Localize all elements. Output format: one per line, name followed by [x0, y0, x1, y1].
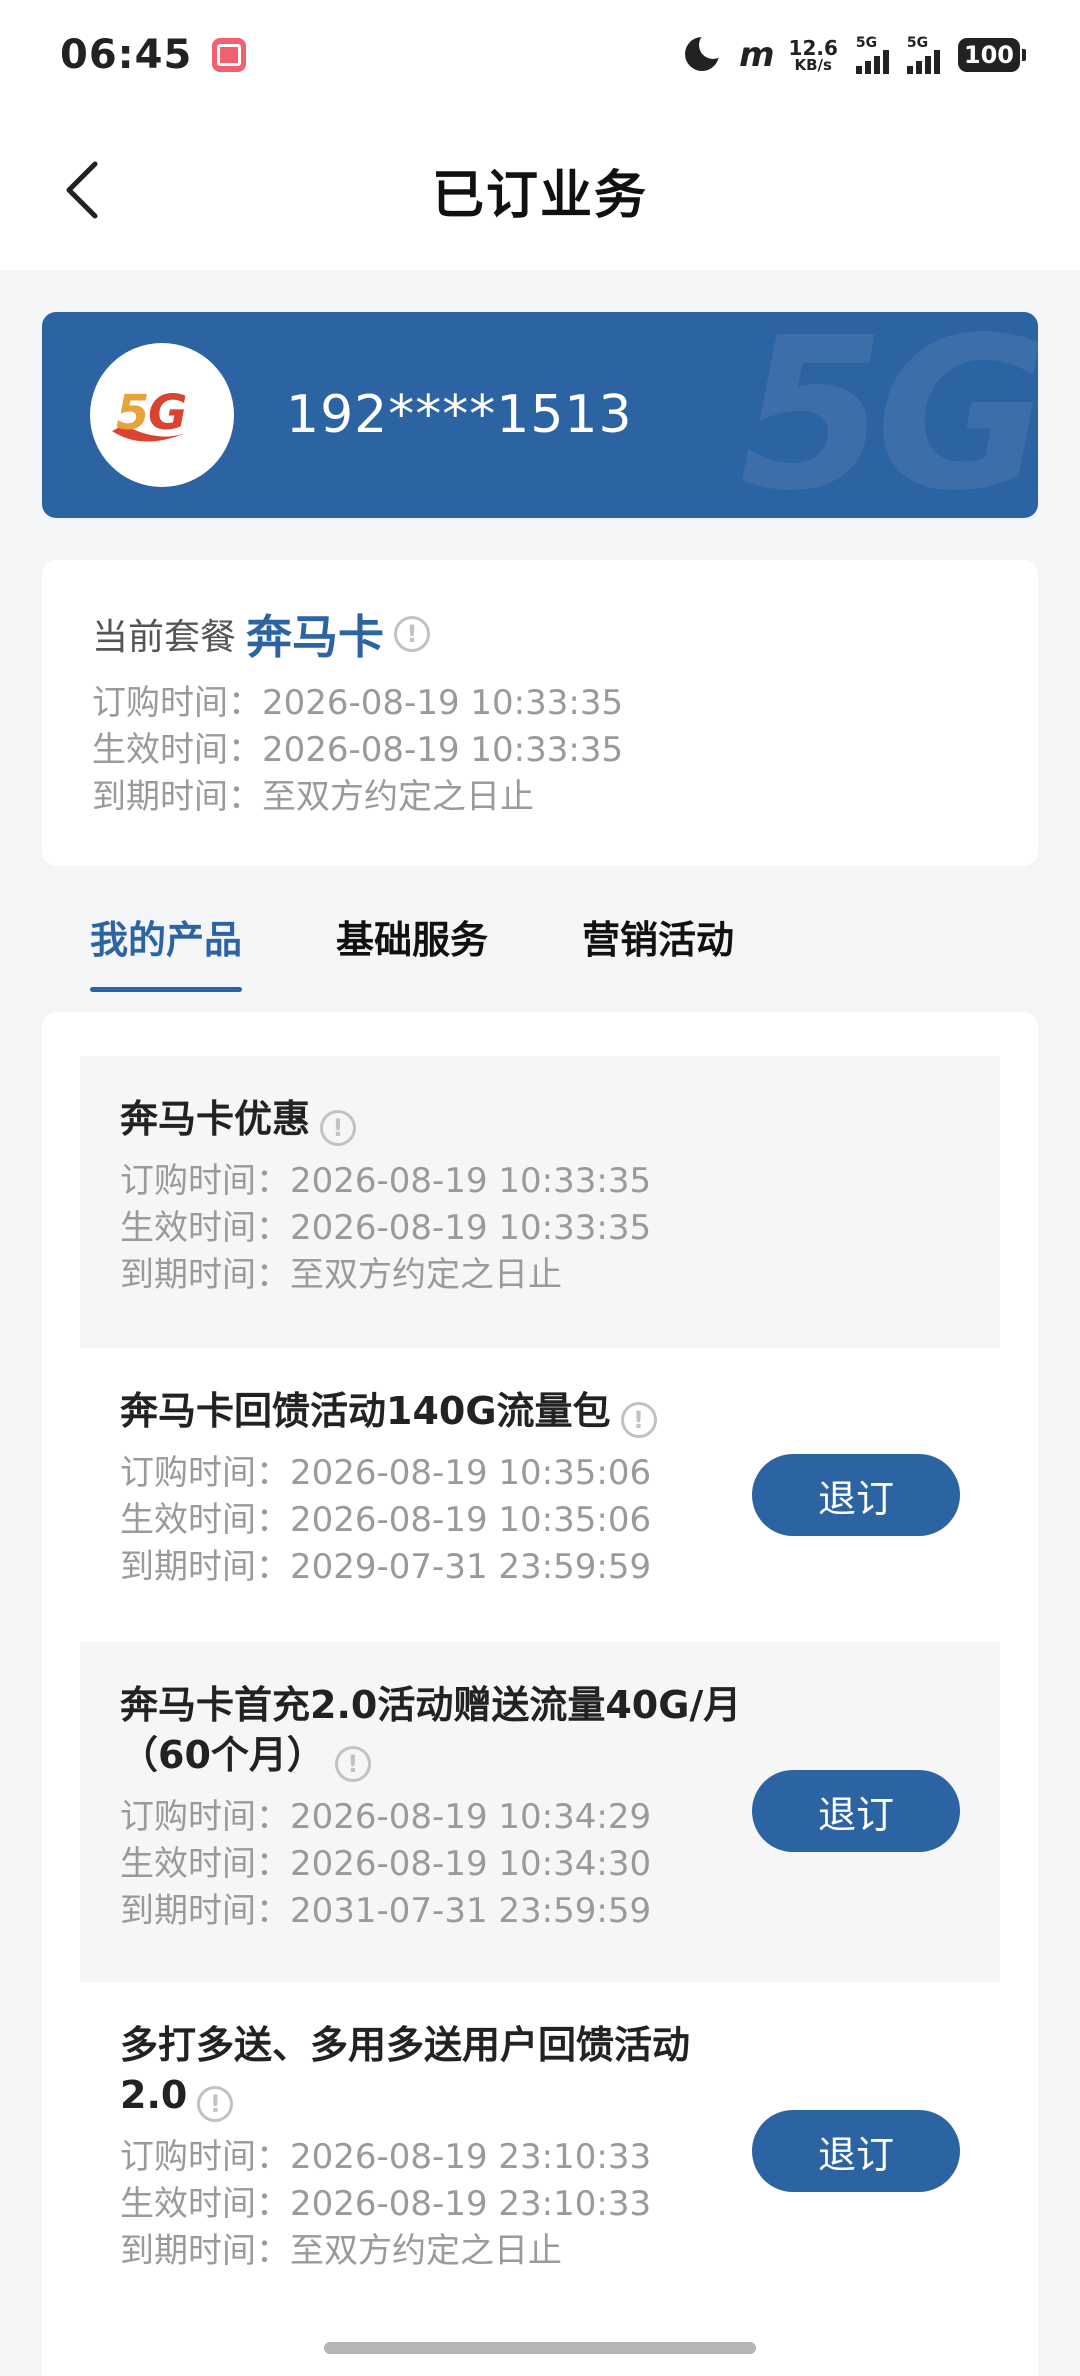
network-speed: 12.6 KB/s [789, 38, 838, 73]
account-card: 5G 5 G 192****1513 [42, 312, 1038, 518]
expire-time: 到期时间：2029-07-31 23:59:59 [120, 1547, 652, 1587]
5g-watermark: 5G [739, 312, 1039, 518]
unsubscribe-button[interactable]: 退订 [752, 2110, 960, 2192]
product-item: 奔马卡优惠! 订购时间：2026-08-19 10:33:35 生效时间：202… [80, 1056, 1000, 1348]
product-title: 奔马卡回馈活动140G流量包! [120, 1386, 720, 1438]
5g-logo-icon: 5 G [112, 385, 187, 442]
navigation-bar: 已订业务 [0, 110, 1080, 270]
unsubscribe-button[interactable]: 退订 [752, 1770, 960, 1852]
current-plan-card: 当前套餐 奔马卡 ! 订购时间：2026-08-19 10:33:35 生效时间… [42, 560, 1038, 866]
sim2-signal-icon: 5G [906, 35, 940, 74]
notification-app-icon [212, 38, 247, 72]
order-time: 订购时间：2026-08-19 10:33:35 [92, 683, 624, 723]
current-plan-header: 当前套餐 奔马卡 ! [92, 604, 988, 664]
info-icon[interactable]: ! [394, 616, 431, 652]
current-plan-label: 当前套餐 [92, 617, 237, 658]
product-title: 奔马卡优惠! [120, 1094, 760, 1146]
info-icon[interactable]: ! [320, 1110, 357, 1146]
product-title-text: 奔马卡回馈活动140G流量包 [120, 1389, 611, 1433]
expire-time: 到期时间：2031-07-31 23:59:59 [120, 1891, 652, 1931]
hd-voice-icon: m [739, 35, 774, 75]
sim1-network-tag: 5G [855, 35, 878, 51]
product-title: 奔马卡首充2.0活动赠送流量40G/月（60个月）! [120, 1680, 760, 1782]
svg-text:G: G [148, 385, 187, 441]
effective-time: 生效时间：2026-08-19 10:33:35 [120, 1208, 652, 1248]
battery-icon: 100 [957, 38, 1027, 72]
status-bar: 06:45 m 12.6 KB/s 5G 5G 100 [0, 0, 1080, 110]
5g-logo: 5 G [90, 343, 234, 487]
back-button[interactable] [48, 150, 118, 230]
products-list: 奔马卡优惠! 订购时间：2026-08-19 10:33:35 生效时间：202… [42, 1012, 1038, 2376]
info-icon[interactable]: ! [334, 1746, 371, 1782]
status-time: 06:45 [60, 32, 193, 78]
product-item: 奔马卡首充2.0活动赠送流量40G/月（60个月）! 订购时间：2026-08-… [80, 1642, 1000, 1982]
info-icon[interactable]: ! [197, 2086, 234, 2122]
tab-marketing-activities[interactable]: 营销活动 [582, 880, 734, 992]
page-title: 已订业务 [431, 165, 648, 226]
product-title-text: 奔马卡优惠 [120, 1097, 311, 1141]
do-not-disturb-moon-icon [681, 31, 728, 75]
effective-time: 生效时间：2026-08-19 10:33:35 [92, 730, 624, 770]
expire-time: 到期时间：至双方约定之日止 [120, 2231, 562, 2271]
sim2-network-tag: 5G [906, 35, 929, 51]
product-item: 奔马卡回馈活动140G流量包! 订购时间：2026-08-19 10:35:06… [80, 1348, 1000, 1642]
tab-my-products[interactable]: 我的产品 [90, 880, 243, 992]
sim1-signal-icon: 5G [855, 35, 889, 74]
status-right: m 12.6 KB/s 5G 5G 100 [681, 31, 1027, 75]
network-speed-unit: KB/s [794, 55, 832, 74]
status-left: 06:45 [60, 32, 247, 78]
product-title-text: 奔马卡首充2.0活动赠送流量40G/月（60个月） [120, 1683, 742, 1777]
expire-time: 到期时间：至双方约定之日止 [92, 777, 534, 817]
product-item: 多打多送、多用多送用户回馈活动2.0! 订购时间：2026-08-19 23:1… [80, 1982, 1000, 2312]
unsubscribe-button[interactable]: 退订 [752, 1454, 960, 1536]
product-meta: 订购时间：2026-08-19 10:33:35 生效时间：2026-08-19… [120, 1158, 960, 1299]
phone-number: 192****1513 [286, 385, 633, 445]
home-indicator[interactable] [324, 2342, 756, 2354]
svg-text:5: 5 [116, 385, 149, 441]
network-speed-value: 12.6 [788, 35, 838, 60]
current-plan-meta: 订购时间：2026-08-19 10:33:35 生效时间：2026-08-19… [92, 680, 988, 821]
product-title: 多打多送、多用多送用户回馈活动2.0! [120, 2020, 740, 2122]
chevron-left-icon [66, 161, 98, 219]
order-time: 订购时间：2026-08-19 10:33:35 [120, 1161, 652, 1201]
expire-time: 到期时间：至双方约定之日止 [120, 1255, 562, 1295]
tab-basic-services[interactable]: 基础服务 [336, 880, 488, 992]
current-plan-name: 奔马卡 [246, 610, 385, 664]
tab-bar: 我的产品 基础服务 营销活动 [42, 880, 1038, 992]
info-icon[interactable]: ! [620, 1402, 657, 1438]
